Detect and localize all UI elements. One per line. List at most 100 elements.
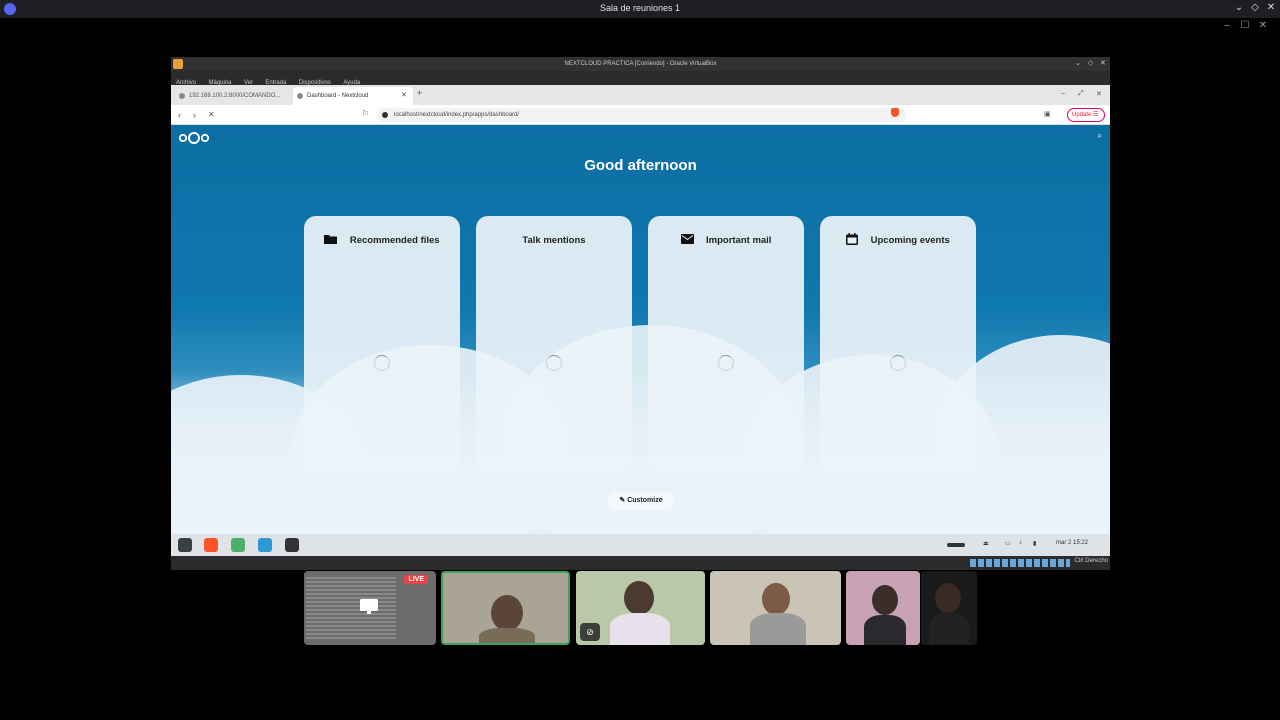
loading-spinner-icon [374,355,390,371]
live-badge: LIVE [404,575,428,584]
folder-icon [324,234,338,244]
participant-tile[interactable] [846,571,920,645]
panel-title: Important mail [706,235,772,246]
participant-video [610,613,670,645]
muted-microphone-icon: ⊘ [580,623,600,641]
close-window-icon[interactable]: ✕ [1257,20,1269,32]
panel-header: Upcoming events [820,230,976,246]
device-status-icons[interactable] [970,559,1070,567]
sidebar-toggle-icon[interactable]: ▣ [1044,109,1051,121]
participant-video [762,583,790,615]
customize-button[interactable]: ✎ Customize [607,492,675,510]
app-menu-icon[interactable] [178,538,192,552]
menu-icon: ☰ [1093,112,1099,118]
bookmark-icon[interactable]: ⚐ [362,109,369,118]
vm-taskbar: ⏏ ▭ ♪ ▮ mar 2 15:22 [171,534,1110,556]
tab-dashboard[interactable]: Dashboard - Nextcloud ✕ [293,87,413,105]
panel-title: Recommended files [349,235,440,246]
minimize-chevron-icon[interactable]: ⌄ [1233,2,1245,14]
search-icon[interactable]: ⌕ [1098,131,1102,141]
discord-title-bar: Sala de reuniones 1 ⌄ ◇ ✕ [0,0,1280,18]
forward-button[interactable]: › [193,109,196,121]
window-title: Sala de reuniones 1 [599,3,681,13]
vbox-minimize-icon[interactable]: ⌄ [1075,59,1081,69]
tab-label: Dashboard - Nextcloud [307,93,369,99]
participant-video [624,581,654,615]
battery-icon[interactable]: ▮ [1033,540,1036,547]
terminal-icon[interactable] [285,538,299,552]
browser-close-icon[interactable]: ✕ [1096,90,1102,98]
panel-upcoming-events: Upcoming events [820,216,976,474]
mail-icon [680,233,694,244]
participant-video [872,585,898,615]
site-info-icon[interactable] [382,112,388,118]
participant-tile[interactable] [441,571,570,645]
participant-tile[interactable] [921,571,977,645]
new-tab-button[interactable]: + [417,88,422,98]
vbox-close-icon[interactable]: ✕ [1100,59,1106,69]
tab-bar: 192.168.100.2:8000/COMANDO... Dashboard … [171,85,1110,105]
update-button[interactable]: Update ☰ [1067,108,1105,122]
address-bar[interactable]: localhost/nextcloud/index.php/apps/dashb… [376,108,906,122]
customize-label: Customize [627,497,663,504]
navigation-bar: ‹ › ✕ ⚐ localhost/nextcloud/index.php/ap… [171,105,1110,125]
brave-shield-icon[interactable] [891,108,899,117]
close-icon[interactable]: ✕ [1265,2,1277,14]
virtualbox-window: NEXTCLOUD PRACTICA [Corriendo] - Oracle … [171,57,1110,570]
panel-talk-mentions: Talk mentions [476,216,632,474]
screen-share-tile[interactable]: LIVE [304,571,436,645]
panel-header: Important mail [648,230,804,246]
tab-label: 192.168.100.2:8000/COMANDO... [189,93,281,99]
panel-header: Recommended files [304,230,460,246]
panel-title: Upcoming events [870,235,950,246]
maximize-icon[interactable]: ☐ [1239,20,1251,32]
tab-comando[interactable]: 192.168.100.2:8000/COMANDO... [175,87,293,105]
stop-loading-button[interactable]: ✕ [208,109,215,121]
panel-header: Talk mentions [476,230,632,246]
vbox-title-bar: NEXTCLOUD PRACTICA [Corriendo] - Oracle … [171,57,1110,71]
volume-level-icon[interactable] [947,543,965,547]
loading-spinner-icon [718,355,734,371]
pin-icon[interactable]: ◇ [1249,2,1261,14]
file-manager-icon[interactable] [231,538,245,552]
shared-screen-preview [306,577,396,641]
tab-close-icon[interactable]: ✕ [401,87,407,105]
globe-icon [179,93,185,99]
vbox-maximize-icon[interactable]: ◇ [1088,59,1093,69]
update-label: Update [1072,112,1092,118]
url-text: localhost/nextcloud/index.php/apps/dashb… [394,112,520,118]
nextcloud-favicon-icon [297,93,303,99]
participant-video [491,595,523,631]
participant-video [750,613,806,645]
eject-icon[interactable]: ⏏ [983,540,989,547]
panel-recommended-files: Recommended files [304,216,460,474]
vbox-title: NEXTCLOUD PRACTICA [Corriendo] - Oracle … [564,61,717,67]
nextcloud-dashboard: ⌕ Good afternoon Recommended files Talk … [171,125,1110,534]
host-key-label: Ctrl Derecho [1074,558,1108,564]
speaker-icon[interactable]: ♪ [1019,540,1022,546]
vbox-status-bar: Ctrl Derecho [171,556,1110,570]
virtualbox-logo-icon [173,59,183,69]
participant-tile[interactable]: ⊘ [576,571,705,645]
vbox-menubar: Archivo Máquina Ver Entrada Dispositivos… [171,71,1110,86]
loading-spinner-icon [890,355,906,371]
display-icon[interactable]: ▭ [1005,540,1011,547]
greeting-heading: Good afternoon [584,157,697,174]
brave-browser-icon[interactable] [204,538,218,552]
participant-video [929,613,969,645]
browser-chrome: 192.168.100.2:8000/COMANDO... Dashboard … [171,85,1110,125]
participant-video [479,628,535,643]
participant-tile[interactable] [710,571,841,645]
software-center-icon[interactable] [258,538,272,552]
minimize-icon[interactable]: – [1221,20,1233,32]
browser-minimize-icon[interactable]: – [1061,90,1065,97]
panel-title: Talk mentions [522,235,586,246]
calendar-icon [846,232,859,245]
browser-restore-icon[interactable]: ⤢ [1078,90,1084,98]
participant-video [864,615,906,645]
clock[interactable]: mar 2 15:22 [1056,540,1088,546]
panel-important-mail: Important mail [648,216,804,474]
back-button[interactable]: ‹ [178,109,181,121]
participant-video [935,583,961,613]
nextcloud-logo-icon[interactable] [178,131,210,145]
